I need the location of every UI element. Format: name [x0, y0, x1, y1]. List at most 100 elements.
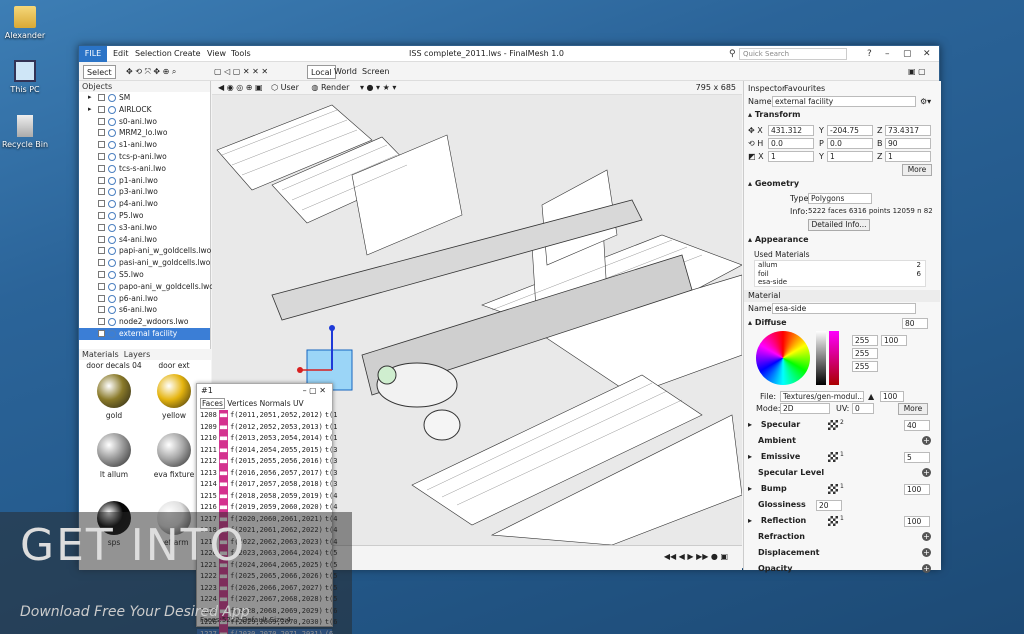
texture-checker-icon[interactable]: [828, 452, 838, 462]
pos-y-field[interactable]: -204.75: [827, 125, 873, 136]
visibility-checkbox[interactable]: [98, 329, 105, 337]
gear-icon[interactable]: ⚙▾: [920, 96, 931, 107]
tab-normals[interactable]: Normals: [260, 399, 291, 408]
channel-value[interactable]: 100: [904, 484, 930, 495]
rot-p-field[interactable]: 0.0: [827, 138, 873, 149]
menu-view[interactable]: View: [207, 46, 226, 62]
transform-section[interactable]: ▴ Transform: [744, 109, 930, 121]
object-item[interactable]: tcs-p-ani.lwo: [79, 151, 210, 163]
texture-value[interactable]: 100: [880, 391, 904, 402]
channel-opacity[interactable]: Opacity: [744, 563, 930, 575]
face-row[interactable]: 1209 ■■ f(2012,2052,2053,2013) t(1: [197, 421, 337, 433]
pos-x-field[interactable]: 431.312: [768, 125, 814, 136]
mode-select[interactable]: 2D: [780, 403, 830, 414]
channel-value[interactable]: 40: [904, 420, 930, 431]
visibility-checkbox[interactable]: [98, 247, 105, 255]
channel-value[interactable]: 20: [816, 500, 842, 511]
used-material-row[interactable]: esa-side: [755, 278, 925, 286]
tab-favourites[interactable]: Favourites: [784, 83, 825, 94]
select-tool-button[interactable]: Select: [83, 65, 116, 79]
texture-file-field[interactable]: Textures/gen-modul...: [780, 391, 864, 402]
geometry-section[interactable]: ▴ Geometry: [744, 178, 930, 190]
transform-tools-icon[interactable]: ▢ ◁ ▢ ✕ ✕ ✕: [211, 65, 271, 79]
visibility-checkbox[interactable]: [98, 176, 105, 184]
visibility-checkbox[interactable]: [98, 318, 105, 326]
viewport-nav-icons[interactable]: ◀ ◉ ◎ ⊕ ▣: [218, 83, 263, 92]
face-row[interactable]: 1208 ■■ f(2011,2051,2052,2012) t(1: [197, 410, 337, 422]
material-swatch[interactable]: eva fixture: [145, 429, 203, 479]
help-icon[interactable]: ?: [867, 48, 872, 60]
render-select[interactable]: Render: [321, 83, 349, 92]
desktop-icon-user[interactable]: Alexander: [0, 6, 55, 40]
visibility-checkbox[interactable]: [98, 141, 105, 149]
visibility-checkbox[interactable]: [98, 259, 105, 267]
face-row[interactable]: 1215 ■■ f(2018,2058,2059,2019) t(4: [197, 490, 337, 502]
mesh-select[interactable]: #1: [201, 386, 213, 395]
visibility-checkbox[interactable]: [98, 94, 105, 101]
channel-refraction[interactable]: Refraction: [744, 531, 930, 543]
menu-edit[interactable]: Edit: [113, 46, 129, 62]
screen-space-button[interactable]: Screen: [359, 65, 393, 79]
material-more-button[interactable]: More: [898, 403, 928, 415]
object-item[interactable]: P5.lwo: [79, 210, 210, 222]
object-item[interactable]: p6-ani.lwo: [79, 293, 210, 305]
menu-tools[interactable]: Tools: [231, 46, 251, 62]
rot-h-field[interactable]: 0.0: [768, 138, 814, 149]
appearance-section[interactable]: ▴ Appearance: [744, 234, 930, 246]
channel-value[interactable]: 5: [904, 452, 930, 463]
object-item[interactable]: S5.lwo: [79, 269, 210, 281]
visibility-checkbox[interactable]: [98, 129, 105, 137]
texture-checker-icon[interactable]: [828, 484, 838, 494]
diffuse-value[interactable]: 80: [902, 318, 928, 329]
desktop-icon-recycle-bin[interactable]: Recycle Bin: [0, 115, 55, 149]
face-row[interactable]: 1210 ■■ f(2013,2053,2054,2014) t(1: [197, 433, 337, 445]
add-channel-icon[interactable]: +: [922, 548, 931, 557]
pos-z-field[interactable]: 73.4317: [885, 125, 931, 136]
visibility-checkbox[interactable]: [98, 211, 105, 219]
alpha-field[interactable]: 100: [881, 335, 907, 346]
visibility-checkbox[interactable]: [98, 306, 105, 314]
minimize-button[interactable]: –: [885, 48, 890, 60]
rot-b-field[interactable]: 90: [885, 138, 931, 149]
material-swatch[interactable]: lt allum: [85, 429, 143, 479]
visibility-checkbox[interactable]: [98, 270, 105, 278]
playback-controls-icon[interactable]: ◀◀ ◀ ▶ ▶▶ ● ▣: [664, 552, 728, 561]
tab-vertices[interactable]: Vertices: [227, 399, 257, 408]
channel-ambient[interactable]: Ambient: [744, 435, 930, 447]
add-channel-icon[interactable]: +: [922, 564, 931, 573]
add-channel-icon[interactable]: +: [922, 468, 931, 477]
scale-x-field[interactable]: 1: [768, 151, 814, 162]
face-row[interactable]: 1211 ■■ f(2014,2054,2055,2015) t(3: [197, 444, 337, 456]
world-space-button[interactable]: World: [331, 65, 360, 79]
scale-y-field[interactable]: 1: [827, 151, 873, 162]
scale-z-field[interactable]: 1: [885, 151, 931, 162]
channel-specular-level[interactable]: Specular Level: [744, 467, 930, 479]
add-channel-icon[interactable]: +: [922, 436, 931, 445]
add-channel-icon[interactable]: +: [922, 532, 931, 541]
object-item[interactable]: s1-ani.lwo: [79, 139, 210, 151]
texture-checker-icon[interactable]: [828, 516, 838, 526]
used-material-row[interactable]: foil 6: [755, 270, 925, 279]
menu-selection[interactable]: Selection: [135, 46, 172, 62]
blue-field[interactable]: 255: [852, 361, 878, 372]
green-field[interactable]: 255: [852, 348, 878, 359]
material-swatch[interactable]: door ext yellow: [145, 361, 203, 420]
maximize-button[interactable]: ▢: [903, 48, 912, 60]
uv-field[interactable]: 0: [852, 403, 874, 414]
object-item[interactable]: external facility: [79, 327, 210, 340]
material-swatch[interactable]: door decals 04 gold: [85, 361, 143, 420]
face-row[interactable]: 1214 ■■ f(2017,2057,2058,2018) t(3: [197, 479, 337, 491]
visibility-checkbox[interactable]: [98, 117, 105, 125]
file-menu[interactable]: FILE: [79, 46, 107, 62]
type-select[interactable]: Polygons: [808, 193, 872, 204]
move-tool-icon[interactable]: ✥ ⟲ ⤧ ✥ ⊕ ⌕: [123, 65, 179, 79]
visibility-checkbox[interactable]: [98, 164, 105, 172]
brightness-slider[interactable]: [816, 331, 826, 385]
face-row[interactable]: 1212 ■■ f(2015,2055,2056,2016) t(3: [197, 456, 337, 468]
used-materials-list[interactable]: allum 2 foil 6 esa-side: [754, 260, 926, 287]
layout-icon[interactable]: ▣ ▢: [905, 65, 929, 79]
visibility-checkbox[interactable]: [98, 200, 105, 208]
visibility-checkbox[interactable]: [98, 188, 105, 196]
menu-create[interactable]: Create: [174, 46, 201, 62]
red-field[interactable]: 255: [852, 335, 878, 346]
